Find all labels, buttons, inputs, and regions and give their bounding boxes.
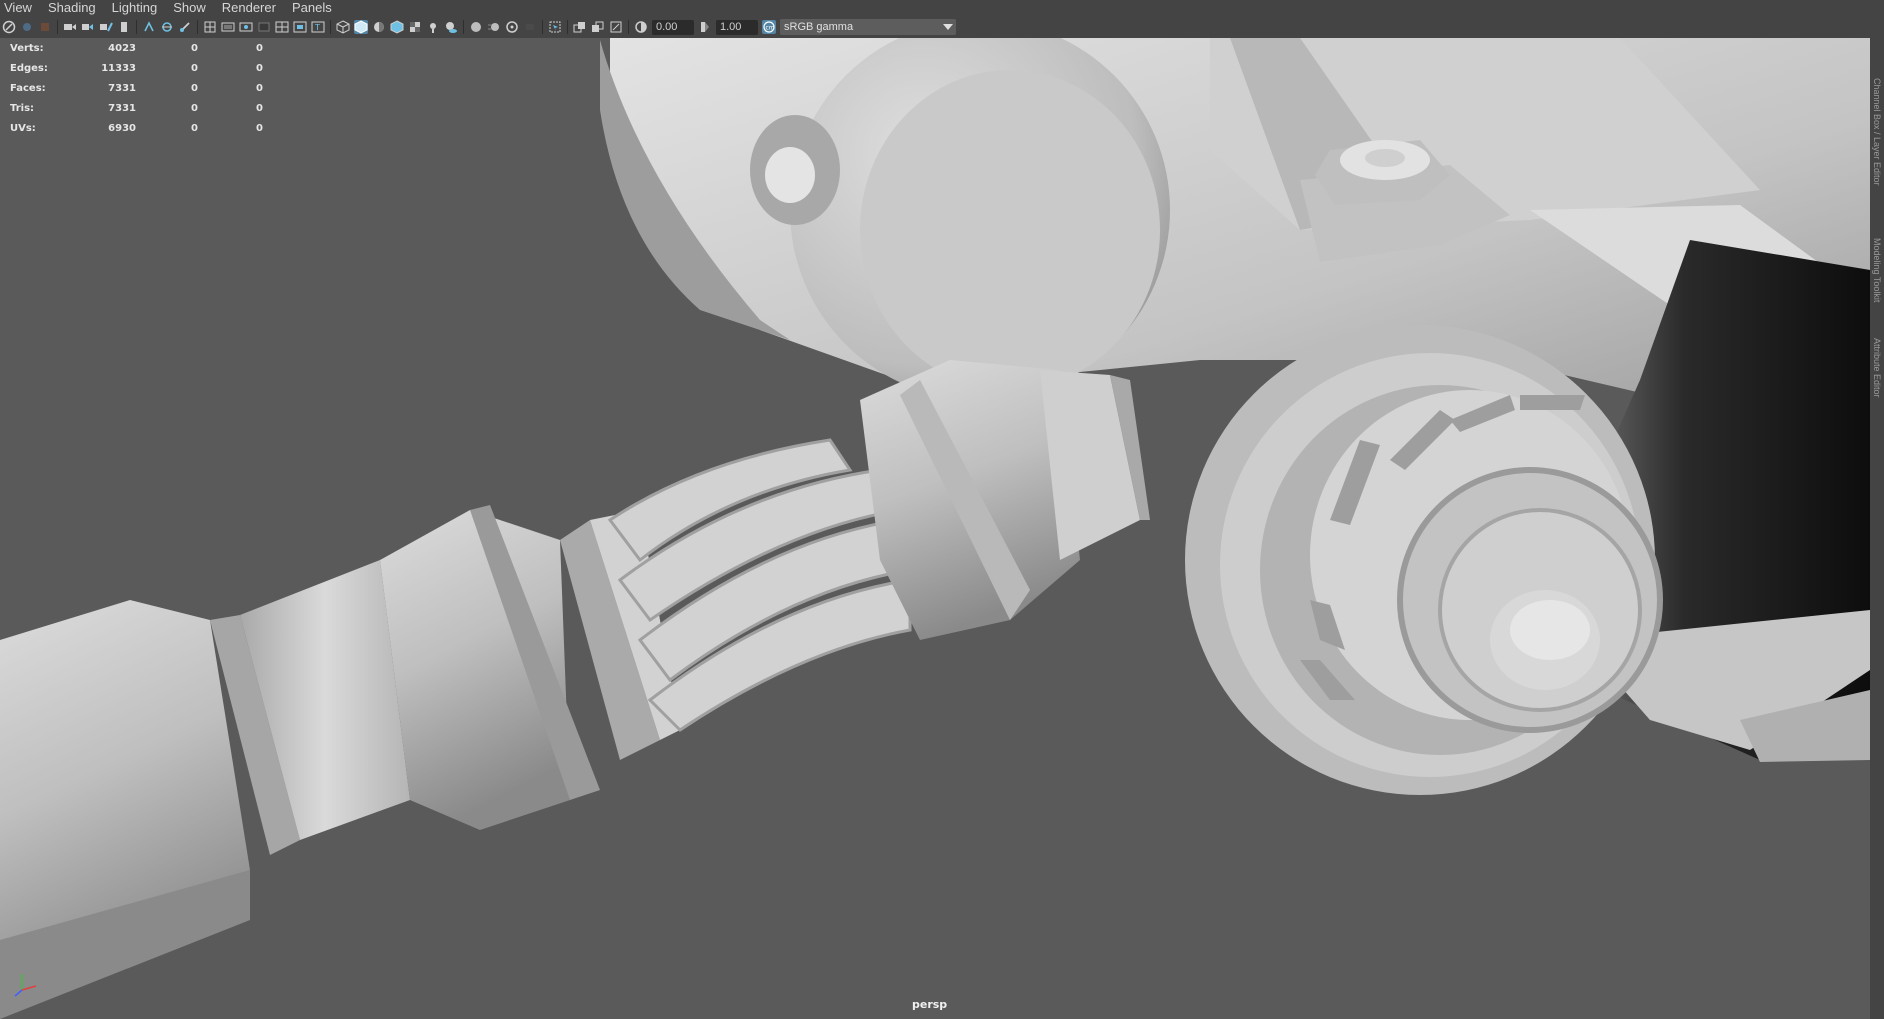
hud-label: Edges: [10, 62, 48, 74]
hud-value: 7331 [108, 102, 136, 114]
camera-bookmark-icon[interactable] [117, 20, 131, 34]
menu-view[interactable]: View [0, 0, 40, 16]
multisample-aa-icon[interactable] [505, 20, 519, 34]
hud-value: 4023 [108, 42, 136, 54]
menu-shading[interactable]: Shading [40, 0, 104, 16]
toolbar-separator [330, 20, 331, 34]
smooth-shade-all-icon[interactable] [354, 20, 368, 34]
textured-icon[interactable] [408, 20, 422, 34]
poly-count-hud: Verts: 4023 0 0 Edges: 11333 0 0 Faces: … [10, 38, 263, 138]
toolbar-separator [197, 20, 198, 34]
hud-value: 11333 [101, 62, 136, 74]
hud-row-uvs: UVs: 6930 0 0 [10, 118, 263, 138]
menu-renderer[interactable]: Renderer [214, 0, 284, 16]
hud-value: 0 [256, 62, 263, 74]
isolate-select-icon[interactable] [142, 20, 156, 34]
xray-joints-icon[interactable] [160, 20, 174, 34]
chevron-down-icon [940, 19, 956, 35]
hud-value: 0 [256, 42, 263, 54]
menu-panels[interactable]: Panels [284, 0, 340, 16]
hud-label: Tris: [10, 102, 35, 114]
hud-label: Verts: [10, 42, 44, 54]
hud-value: 0 [256, 122, 263, 134]
right-panel-tab-strip: Channel Box / Layer Editor Modeling Tool… [1870, 38, 1884, 1019]
film-gate-icon[interactable] [221, 20, 235, 34]
menu-lighting[interactable]: Lighting [104, 0, 166, 16]
svg-text:cm: cm [766, 25, 775, 32]
screen-space-ao-icon[interactable] [469, 20, 483, 34]
resolution-gate-icon[interactable] [239, 20, 253, 34]
gamma-icon[interactable] [698, 20, 712, 34]
hud-value: 7331 [108, 82, 136, 94]
tab-modeling-toolkit[interactable]: Modeling Toolkit [1872, 238, 1882, 302]
camera-attributes-icon[interactable] [20, 20, 34, 34]
shadows-icon[interactable] [444, 20, 458, 34]
hud-label: Faces: [10, 82, 46, 94]
safe-action-icon[interactable] [293, 20, 307, 34]
gamma-field[interactable]: 1.00 [716, 19, 758, 35]
wireframe-on-shaded-icon[interactable] [390, 20, 404, 34]
camera-name-label: persp [912, 998, 948, 1011]
hud-value: 6930 [108, 122, 136, 134]
hud-value: 0 [191, 102, 198, 114]
grid-toggle-icon[interactable] [203, 20, 217, 34]
paint-tool-icon[interactable] [178, 20, 192, 34]
menu-show[interactable]: Show [165, 0, 214, 16]
panel-menu-bar: View Shading Lighting Show Renderer Pane… [0, 0, 1884, 16]
xray-active-components-icon[interactable] [591, 20, 605, 34]
hud-value: 0 [191, 42, 198, 54]
toolbar-separator [57, 20, 58, 34]
color-management-icon[interactable]: cm [762, 20, 776, 34]
default-material-icon[interactable] [372, 20, 386, 34]
hud-value: 0 [191, 62, 198, 74]
tab-channel-box[interactable]: Channel Box / Layer Editor [1872, 78, 1882, 186]
toolbar-separator [136, 20, 137, 34]
panel-toolbar: T 0.00 1.00 cm sRGB gamma [0, 16, 1884, 39]
field-chart-icon[interactable] [275, 20, 289, 34]
perspective-viewport[interactable]: Verts: 4023 0 0 Edges: 11333 0 0 Faces: … [0, 38, 1870, 1019]
wireframe-icon[interactable] [336, 20, 350, 34]
hud-row-faces: Faces: 7331 0 0 [10, 78, 263, 98]
bookmarks-icon[interactable] [38, 20, 52, 34]
hud-value: 0 [256, 102, 263, 114]
view-transform-value: sRGB gamma [784, 21, 854, 33]
isolate-view-icon[interactable] [548, 20, 562, 34]
gate-mask-icon[interactable] [257, 20, 271, 34]
safe-title-icon[interactable]: T [311, 20, 325, 34]
toolbar-separator [542, 20, 543, 34]
toolbar-separator [463, 20, 464, 34]
image-plane-icon[interactable] [63, 20, 77, 34]
use-all-lights-icon[interactable] [426, 20, 440, 34]
motion-blur-icon[interactable] [487, 20, 501, 34]
hud-value: 0 [191, 122, 198, 134]
tab-attribute-editor[interactable]: Attribute Editor [1872, 338, 1882, 398]
grease-pencil-icon[interactable] [99, 20, 113, 34]
depth-of-field-icon[interactable] [523, 20, 537, 34]
hud-row-edges: Edges: 11333 0 0 [10, 58, 263, 78]
exposure-field[interactable]: 0.00 [652, 19, 694, 35]
exposure-icon[interactable] [634, 20, 648, 34]
hud-row-verts: Verts: 4023 0 0 [10, 38, 263, 58]
view-transform-dropdown[interactable]: sRGB gamma [780, 19, 956, 35]
toolbar-separator [567, 20, 568, 34]
xray-icon[interactable] [573, 20, 587, 34]
3d-model-render [0, 38, 1870, 1019]
hud-row-tris: Tris: 7331 0 0 [10, 98, 263, 118]
hud-value: 0 [191, 82, 198, 94]
hud-value: 0 [256, 82, 263, 94]
toolbar-separator [628, 20, 629, 34]
2d-pan-zoom-icon[interactable] [81, 20, 95, 34]
xray-joints-toggle-icon[interactable] [609, 20, 623, 34]
svg-text:T: T [314, 23, 320, 32]
view-axis-icon [10, 968, 40, 1003]
hud-label: UVs: [10, 122, 36, 134]
select-camera-icon[interactable] [2, 20, 16, 34]
